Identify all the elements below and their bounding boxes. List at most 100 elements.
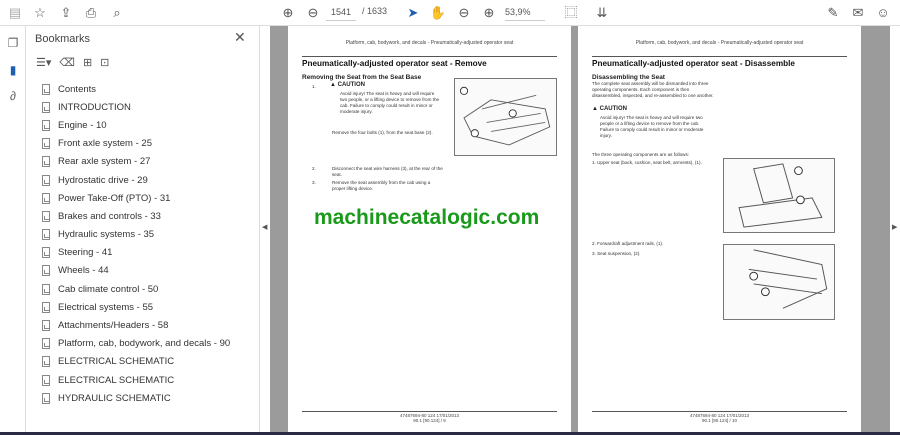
bookmark-tag-icon[interactable]: ⊡ bbox=[100, 56, 109, 69]
bookmarks-panel: Bookmarks ✕ ☰▾ ⌫ ⊞ ⊡ Contents INTRODUCTIO… bbox=[26, 26, 260, 435]
bookmark-item[interactable]: Front axle system - 25 bbox=[42, 135, 252, 153]
bookmark-item[interactable]: Cab climate control - 50 bbox=[42, 280, 252, 298]
bookmark-label: ELECTRICAL SCHEMATIC bbox=[58, 356, 175, 368]
scroll-mode-icon[interactable]: ⇊ bbox=[593, 4, 611, 22]
bookmark-list: Contents INTRODUCTION Engine - 10 Front axl… bbox=[42, 80, 252, 407]
step-text: Disconnect the seat wire harness (3), at… bbox=[332, 166, 443, 177]
bookmark-item[interactable]: Attachments/Headers - 58 bbox=[42, 316, 252, 334]
bookmark-label: Front axle system - 25 bbox=[58, 138, 152, 150]
collapse-panel-button[interactable]: ◀ bbox=[260, 26, 270, 435]
print-icon[interactable]: ⎙ bbox=[82, 4, 100, 22]
bookmark-item[interactable]: HYDRAULIC SCHEMATIC bbox=[42, 389, 252, 407]
page-total: / 1633 bbox=[362, 6, 388, 16]
seat-rails-figure bbox=[723, 244, 835, 320]
bookmark-item[interactable]: Hydraulic systems - 35 bbox=[42, 226, 252, 244]
add-bookmark-icon[interactable]: ⊞ bbox=[83, 56, 92, 69]
bookmark-page-icon bbox=[42, 83, 50, 95]
chevron-right-icon: ▶ bbox=[892, 224, 898, 231]
bookmark-page-icon bbox=[42, 320, 50, 332]
bookmark-item[interactable]: Rear axle system - 27 bbox=[42, 153, 252, 171]
watermark: machinecatalogic.com bbox=[314, 206, 540, 229]
scrollbar[interactable] bbox=[861, 26, 890, 432]
page-right: Platform, cab, bodywork, and decals - Pn… bbox=[578, 26, 861, 432]
bookmark-item[interactable]: Wheels - 44 bbox=[42, 262, 252, 280]
page-number-input[interactable] bbox=[326, 4, 356, 21]
bookmark-label: Cab climate control - 50 bbox=[58, 283, 159, 295]
bookmark-item[interactable]: ELECTRICAL SCHEMATIC bbox=[42, 353, 252, 371]
bookmark-page-icon bbox=[42, 338, 50, 350]
caution-label: ▲ CAUTION bbox=[330, 82, 365, 88]
list-intro: The three operating components are as fo… bbox=[592, 152, 690, 157]
bookmarks-title: Bookmarks bbox=[35, 33, 91, 45]
step-text: Remove the seat assembly from the cab us… bbox=[332, 180, 431, 191]
hand-tool-icon[interactable]: ✋ bbox=[429, 4, 447, 22]
bookmark-label: ELECTRICAL SCHEMATIC bbox=[58, 374, 175, 386]
attachments-icon[interactable]: ∂ bbox=[5, 89, 21, 103]
upload-icon[interactable]: ⇪ bbox=[57, 4, 75, 22]
bookmark-label: Brakes and controls - 33 bbox=[58, 210, 161, 222]
bookmark-page-icon bbox=[42, 174, 50, 186]
step-text: Remove the four bolts (1), from the seat… bbox=[332, 130, 433, 135]
sign-icon[interactable]: ✎ bbox=[824, 4, 842, 22]
options-menu-icon[interactable]: ☰▾ bbox=[36, 56, 51, 69]
bookmark-label: Contents bbox=[58, 83, 97, 95]
intro-text: The complete seat assembly will be disma… bbox=[592, 81, 714, 98]
bookmark-item[interactable]: Electrical systems - 55 bbox=[42, 298, 252, 316]
save-icon[interactable]: ▤ bbox=[6, 4, 24, 22]
step-number: 1. bbox=[312, 84, 316, 89]
caution-label: ▲ CAUTION bbox=[592, 106, 627, 112]
seat-base-figure bbox=[454, 78, 557, 156]
search-icon[interactable]: ⌕ bbox=[108, 4, 126, 22]
bookmark-item[interactable]: Engine - 10 bbox=[42, 116, 252, 134]
bookmark-label: HYDRAULIC SCHEMATIC bbox=[58, 392, 171, 404]
bookmark-page-icon bbox=[42, 392, 50, 404]
zoom-in-icon[interactable]: ⊕ bbox=[480, 4, 498, 22]
page-header: Platform, cab, bodywork, and decals - Pn… bbox=[635, 40, 804, 46]
bookmark-label: Wheels - 44 bbox=[58, 265, 109, 277]
page-thumbnails-icon[interactable]: ❐ bbox=[5, 36, 21, 50]
bookmark-label: Hydrostatic drive - 29 bbox=[58, 174, 148, 186]
bookmark-label: Power Take-Off (PTO) - 31 bbox=[58, 192, 171, 204]
account-icon[interactable]: ☺ bbox=[874, 4, 892, 22]
bookmark-star-icon[interactable]: ☆ bbox=[31, 4, 49, 22]
chevron-left-icon: ◀ bbox=[262, 224, 268, 231]
bookmark-page-icon bbox=[42, 156, 50, 168]
bookmark-page-icon bbox=[42, 229, 50, 241]
select-cursor-icon[interactable]: ➤ bbox=[404, 4, 422, 22]
prev-page-icon[interactable]: ⊕ bbox=[279, 4, 297, 22]
zoom-out-icon[interactable]: ⊖ bbox=[455, 4, 473, 22]
mail-icon[interactable]: ✉ bbox=[849, 4, 867, 22]
bookmark-label: Engine - 10 bbox=[58, 119, 107, 131]
bookmark-item[interactable]: Hydrostatic drive - 29 bbox=[42, 171, 252, 189]
page-footer: 47487694-80 124 17/01/2013 90.1 [90.124] … bbox=[592, 411, 847, 423]
bookmark-item[interactable]: Brakes and controls - 33 bbox=[42, 207, 252, 225]
bookmark-label: Hydraulic systems - 35 bbox=[58, 229, 155, 241]
bookmark-item[interactable]: Contents bbox=[42, 80, 252, 98]
delete-icon[interactable]: ⌫ bbox=[59, 56, 75, 69]
page-header: Platform, cab, bodywork, and decals - Pn… bbox=[345, 40, 514, 46]
bookmark-page-icon bbox=[42, 138, 50, 150]
bookmark-label: INTRODUCTION bbox=[58, 101, 131, 113]
bookmark-item[interactable]: Power Take-Off (PTO) - 31 bbox=[42, 189, 252, 207]
bookmark-item[interactable]: ELECTRICAL SCHEMATIC bbox=[42, 371, 252, 389]
bookmark-label: Steering - 41 bbox=[58, 247, 113, 259]
step-text: 3. Seat suspension, (2). bbox=[592, 251, 641, 256]
bookmark-item[interactable]: INTRODUCTION bbox=[42, 98, 252, 116]
expand-right-panel-button[interactable]: ▶ bbox=[890, 26, 900, 432]
bookmark-label: Attachments/Headers - 58 bbox=[58, 320, 169, 332]
fit-page-icon[interactable]: ⿴ bbox=[562, 4, 580, 22]
left-rail: ❐ ▮ ∂ bbox=[0, 26, 26, 435]
bookmark-item[interactable]: Steering - 41 bbox=[42, 244, 252, 262]
step-text: 1. Upper seat (back, cushion, seat belt,… bbox=[592, 160, 702, 165]
bookmark-label: Platform, cab, bodywork, and decals - 90 bbox=[58, 338, 231, 350]
bookmark-page-icon bbox=[42, 283, 50, 295]
bookmarks-icon[interactable]: ▮ bbox=[5, 63, 21, 77]
bookmark-page-icon bbox=[42, 374, 50, 386]
zoom-level-input[interactable] bbox=[505, 4, 545, 21]
bookmark-page-icon bbox=[42, 192, 50, 204]
bookmark-page-icon bbox=[42, 265, 50, 277]
bookmark-item[interactable]: Platform, cab, bodywork, and decals - 90 bbox=[42, 335, 252, 353]
bookmark-page-icon bbox=[42, 119, 50, 131]
next-page-icon[interactable]: ⊖ bbox=[304, 4, 322, 22]
close-icon[interactable]: ✕ bbox=[234, 29, 250, 46]
